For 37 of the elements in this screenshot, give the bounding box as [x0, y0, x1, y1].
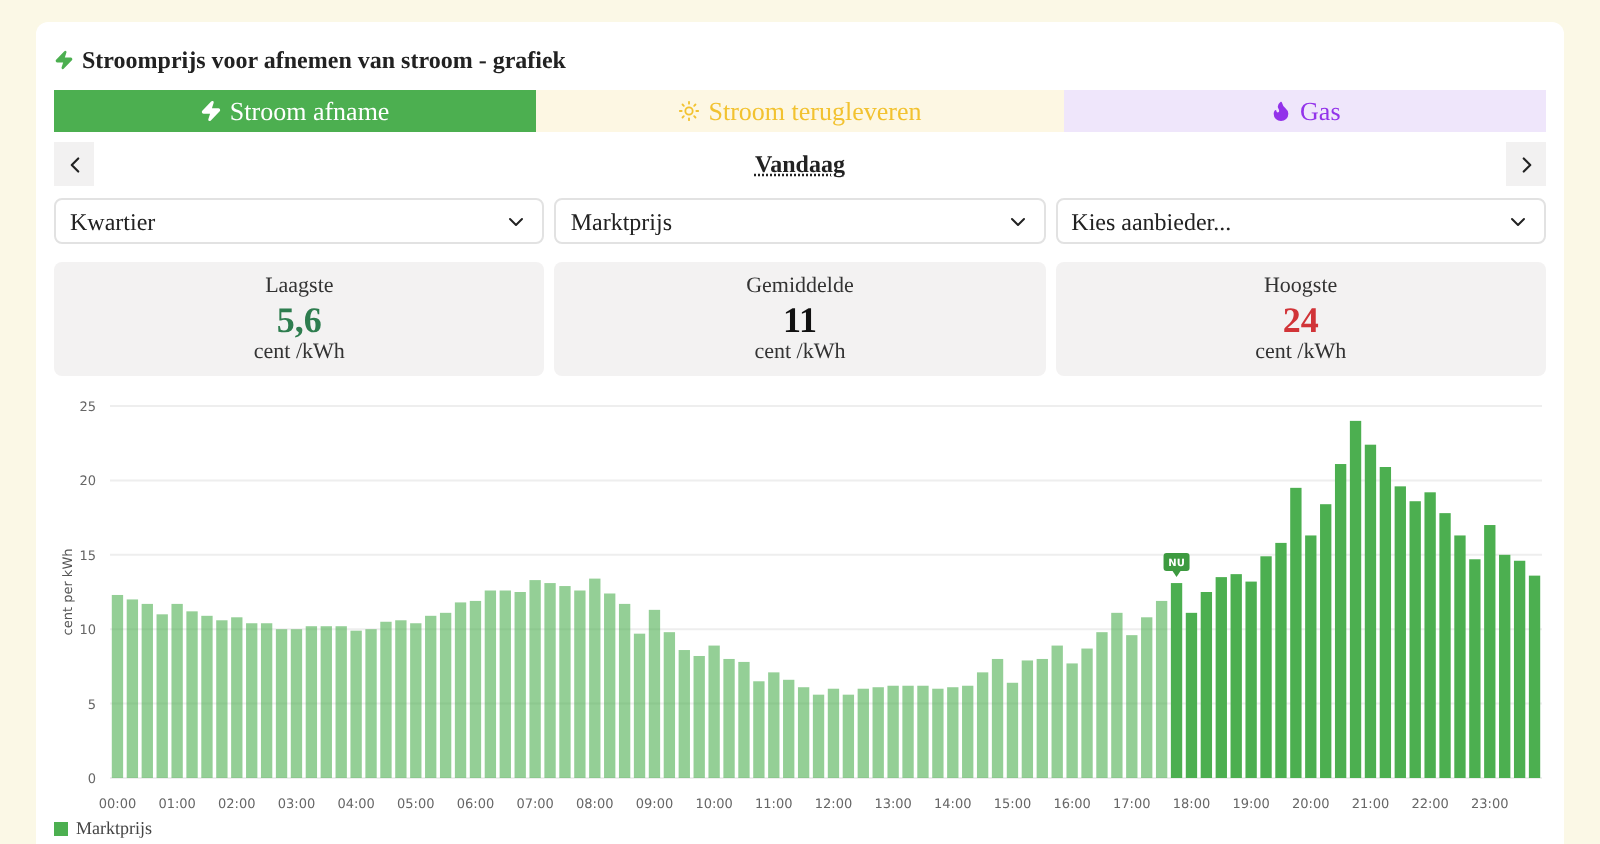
- lightning-icon: [54, 48, 74, 72]
- lightning-icon: [199, 100, 222, 122]
- date-link[interactable]: Vandaag: [755, 146, 845, 182]
- price-bar: [947, 687, 959, 778]
- select-dropdown[interactable]: Kies aanbieder...: [1055, 198, 1546, 244]
- price-bar: [753, 681, 765, 778]
- price-bar: [693, 656, 705, 778]
- price-bar: [917, 685, 929, 778]
- stat-unit: cent /kWh: [253, 339, 345, 365]
- price-bar: [902, 685, 914, 778]
- price-bar: [1066, 663, 1078, 778]
- flame-icon: [1270, 100, 1293, 122]
- stat-label: Laagste: [265, 273, 334, 299]
- sun-icon: [678, 100, 701, 122]
- card-title: Stroomprijs voor afnemen van stroom - grafiek: [82, 44, 566, 78]
- price-bar: [1051, 645, 1063, 778]
- stat-label: Hoogste: [1263, 273, 1338, 299]
- price-bar: [1081, 648, 1093, 778]
- select-dropdown[interactable]: Marktprijs: [554, 198, 1046, 244]
- select-dropdown[interactable]: Kwartier: [54, 198, 545, 244]
- price-bar: [738, 661, 750, 778]
- price-bar: [887, 685, 899, 778]
- legend-swatch: [54, 822, 68, 837]
- legend-label: Marktprijs: [76, 816, 152, 842]
- stat-value: 5,6: [276, 299, 322, 339]
- price-bar: [872, 687, 884, 778]
- price-bar: [1126, 635, 1138, 778]
- stat-unit: cent /kWh: [1255, 339, 1347, 365]
- stat-value: 11: [782, 299, 817, 339]
- price-bar: [768, 672, 780, 778]
- stat-label: Gemiddelde: [746, 273, 854, 299]
- tab[interactable]: Gas: [1064, 90, 1546, 132]
- price-bar: [932, 688, 944, 778]
- price-bar: [708, 645, 720, 778]
- stat-unit: cent /kWh: [754, 339, 846, 365]
- stat-value: 24: [1282, 299, 1319, 339]
- price-bar: [723, 658, 735, 778]
